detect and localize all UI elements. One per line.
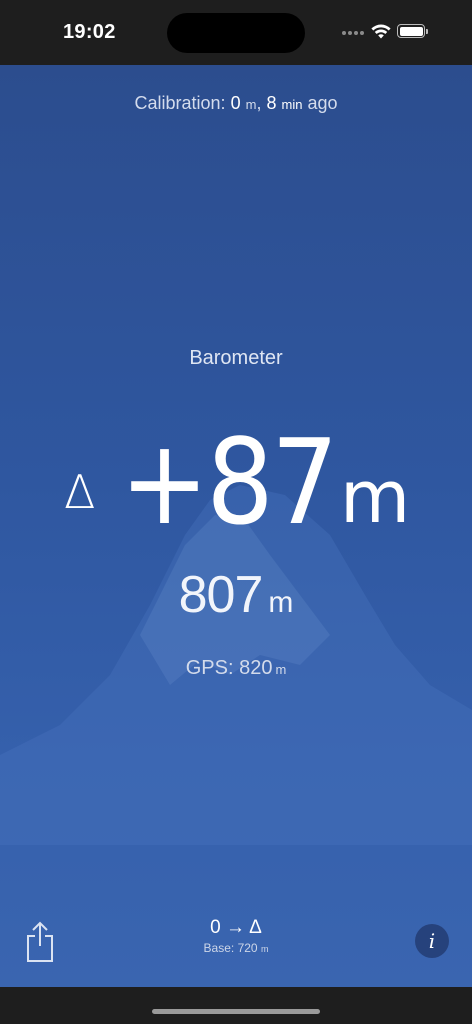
share-icon [27,921,53,962]
altitude-reading: 807 m [0,565,472,625]
home-bar-area [0,987,472,1024]
status-bar: 19:02 [0,0,472,65]
gps-unit: m [275,662,287,677]
altimeter-panel: Calibration: 0 m, 8 min ago Barometer Δ … [0,65,472,987]
altitude-value: 807 [178,566,264,624]
signal-icon [342,31,366,35]
delta-value: +87 [120,413,339,551]
battery-icon [397,24,428,38]
base-value: Base: 720 [203,941,258,955]
gps-value: GPS: 820 [185,657,273,679]
mode-toggle-button[interactable]: 0 → Δ Base: 720 m [160,917,312,955]
info-button[interactable]: i [415,924,449,958]
home-indicator[interactable] [152,1009,320,1014]
delta-unit: m [340,455,411,539]
calibration-offset: 0 [230,93,241,113]
base-unit: m [260,944,269,954]
status-time: 19:02 [63,21,116,43]
calibration-age: 8 [266,93,277,113]
altitude-unit: m [268,586,294,619]
calibration-offset-unit: m [245,97,257,112]
dynamic-island [167,13,305,53]
delta-reading: Δ +87 m [0,413,472,551]
calibration-age-suffix: ago [302,93,338,113]
wifi-icon [371,24,391,39]
calibration-age-unit: min [281,97,303,112]
gps-reading: GPS: 820 m [0,657,472,680]
base-altitude-label: Base: 720 m [160,941,312,955]
calibration-separator: , [256,93,267,113]
delta-symbol: Δ [64,465,96,519]
mode-label: 0 → Δ [210,917,262,938]
sensor-title: Barometer [189,347,283,369]
share-button[interactable] [24,920,56,964]
calibration-status: Calibration: 0 m, 8 min ago [0,93,472,114]
calibration-prefix: Calibration: [134,93,231,113]
